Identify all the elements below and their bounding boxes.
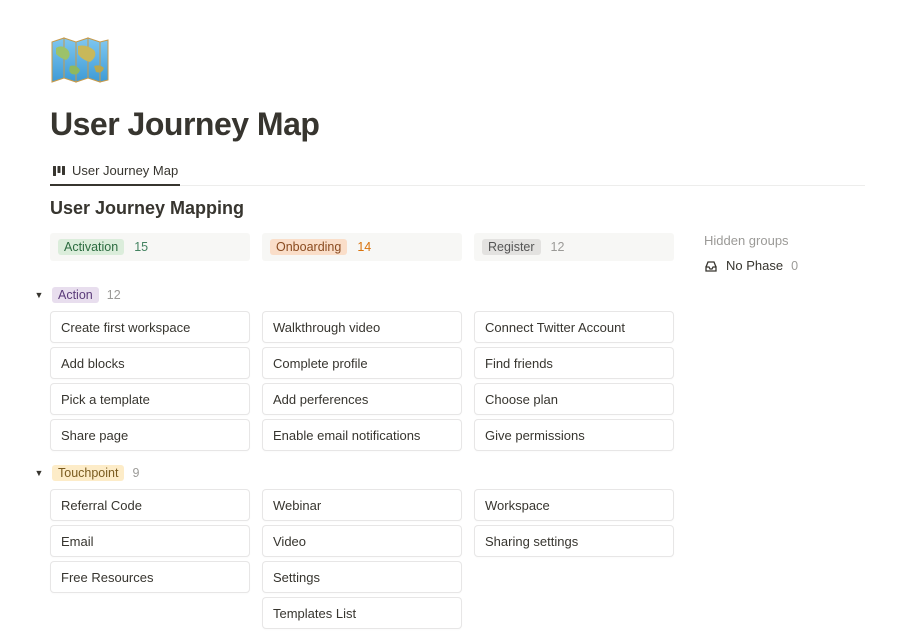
card[interactable]: Connect Twitter Account [474,311,674,343]
page-icon[interactable] [50,36,110,84]
column-tag: Onboarding [270,239,347,255]
card[interactable]: Free Resources [50,561,250,593]
card[interactable]: Choose plan [474,383,674,415]
card[interactable]: Workspace [474,489,674,521]
group-header-action[interactable]: ▼ Action 12 [34,287,865,303]
collection-title[interactable]: User Journey Mapping [50,198,865,219]
card[interactable]: Complete profile [262,347,462,379]
card[interactable]: Referral Code [50,489,250,521]
card[interactable]: Add perferences [262,383,462,415]
column-header-onboarding[interactable]: Onboarding 14 [262,233,462,261]
column-header-activation[interactable]: Activation 15 [50,233,250,261]
group-tag: Touchpoint [52,465,124,481]
board-icon [52,164,66,178]
board-columns: Activation 15 Onboarding 14 Register 12 [50,233,674,261]
card[interactable]: Pick a template [50,383,250,415]
tab-user-journey-map[interactable]: User Journey Map [50,159,180,186]
hidden-group-no-phase[interactable]: No Phase 0 [704,258,874,273]
card[interactable]: Email [50,525,250,557]
card[interactable]: Give permissions [474,419,674,451]
group-action-columns: Create first workspace Add blocks Pick a… [50,303,865,451]
hidden-group-label: No Phase [726,258,783,273]
inbox-icon [704,259,718,273]
card[interactable]: Walkthrough video [262,311,462,343]
hidden-groups-title: Hidden groups [704,233,874,248]
chevron-down-icon[interactable]: ▼ [34,468,44,478]
chevron-down-icon[interactable]: ▼ [34,290,44,300]
hidden-groups-panel: Hidden groups No Phase 0 [704,233,874,273]
card[interactable]: Settings [262,561,462,593]
card[interactable]: Templates List [262,597,462,629]
card[interactable]: Video [262,525,462,557]
card[interactable]: Share page [50,419,250,451]
hidden-group-count: 0 [791,259,798,273]
card[interactable]: Find friends [474,347,674,379]
group-count: 12 [107,288,121,302]
column-count: 15 [134,240,148,254]
column-tag: Activation [58,239,124,255]
group-count: 9 [132,466,139,480]
card[interactable]: Create first workspace [50,311,250,343]
column-header-register[interactable]: Register 12 [474,233,674,261]
group-header-touchpoint[interactable]: ▼ Touchpoint 9 [34,465,865,481]
view-tabs: User Journey Map [50,159,865,186]
group-tag: Action [52,287,99,303]
card[interactable]: Webinar [262,489,462,521]
page-title: User Journey Map [50,106,865,143]
board: Activation 15 Onboarding 14 Register 12 … [50,233,865,273]
column-tag: Register [482,239,541,255]
card[interactable]: Enable email notifications [262,419,462,451]
tab-label: User Journey Map [72,163,178,178]
column-count: 14 [357,240,371,254]
card[interactable]: Add blocks [50,347,250,379]
card[interactable]: Sharing settings [474,525,674,557]
column-count: 12 [551,240,565,254]
